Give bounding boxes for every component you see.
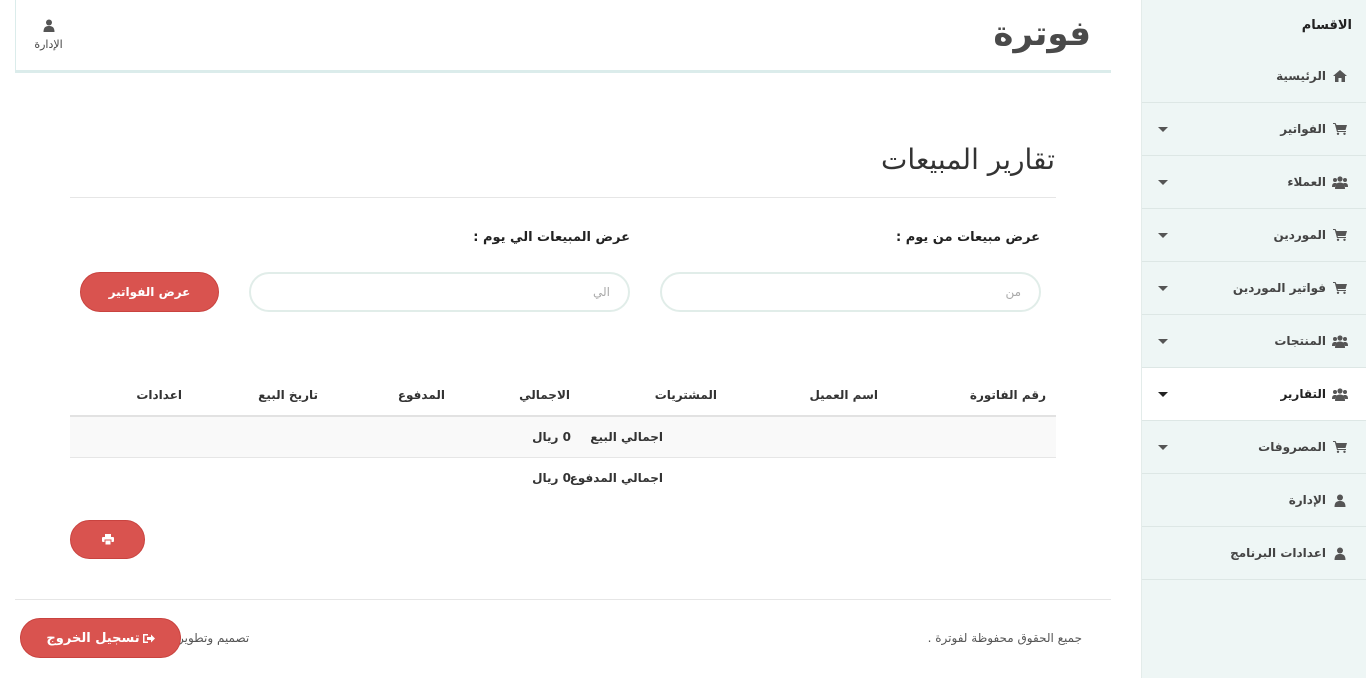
total-paid-label: اجمالي المدفوع: [569, 471, 663, 485]
sidebar-item-label: المنتجات: [1274, 334, 1326, 348]
user-icon: [43, 19, 54, 32]
th-purchases[interactable]: المشتريات: [655, 388, 717, 402]
th-customer-name[interactable]: اسم العميل: [809, 388, 878, 402]
sidebar-item-0[interactable]: الرئيسية: [1142, 50, 1366, 103]
caret-down-icon: [1158, 339, 1168, 344]
sidebar-item-label: فواتير الموردين: [1232, 281, 1326, 295]
sidebar-item-label: الإدارة: [1288, 493, 1326, 507]
caret-down-icon: [1158, 392, 1168, 397]
logout-button[interactable]: تسجيل الخروج: [20, 618, 181, 658]
users-icon: [1332, 387, 1348, 401]
print-icon: [101, 534, 114, 545]
sidebar-item-3[interactable]: الموردين: [1142, 209, 1366, 262]
table-row: اجمالي البيع 0 ريال: [70, 417, 1056, 458]
total-paid-value: 0 ريال: [532, 471, 571, 485]
user-icon: [1332, 546, 1348, 560]
cart-icon: [1332, 281, 1348, 295]
th-total[interactable]: الاجمالي: [519, 388, 570, 402]
sign-out-icon: [142, 633, 155, 643]
print-button[interactable]: [70, 520, 145, 559]
copyright-text: جميع الحقوق محفوظة لفوترة .: [927, 631, 1082, 645]
sidebar-item-label: المصروفات: [1258, 440, 1326, 454]
user-icon: [1332, 493, 1348, 507]
caret-down-icon: [1158, 180, 1168, 185]
page-title: تقارير المبيعات: [881, 143, 1055, 176]
title-divider: [70, 197, 1056, 198]
th-sale-date[interactable]: تاريخ البيع: [258, 388, 318, 402]
table-header: رقم الفاتورة اسم العميل المشتريات الاجما…: [70, 376, 1056, 417]
sidebar-item-5[interactable]: المنتجات: [1142, 315, 1366, 368]
sidebar-item-2[interactable]: العملاء: [1142, 156, 1366, 209]
cart-icon: [1332, 440, 1348, 454]
cart-icon: [1332, 228, 1348, 242]
to-date-label: عرض المبيعات الي يوم :: [473, 230, 630, 245]
from-date-input[interactable]: [660, 272, 1041, 312]
sidebar-item-label: التقارير: [1280, 387, 1326, 401]
sidebar-item-1[interactable]: الفواتير: [1142, 103, 1366, 156]
sidebar: الاقسام الرئيسية الفواتير العملاء الموردين ف…: [1141, 0, 1366, 678]
sidebar-item-7[interactable]: المصروفات: [1142, 421, 1366, 474]
total-sales-label: اجمالي البيع: [590, 430, 663, 444]
sidebar-item-label: الرئيسية: [1276, 69, 1326, 83]
sidebar-nav: الرئيسية الفواتير العملاء الموردين فواتير ال…: [1142, 50, 1366, 580]
sidebar-title: الاقسام: [1301, 17, 1352, 33]
caret-down-icon: [1158, 445, 1168, 450]
cart-icon: [1332, 122, 1348, 136]
footer-divider: [15, 599, 1111, 600]
th-settings[interactable]: اعدادات: [136, 388, 182, 402]
caret-down-icon: [1158, 233, 1168, 238]
home-icon: [1332, 69, 1348, 83]
sidebar-item-label: العملاء: [1287, 175, 1326, 189]
from-date-label: عرض مبيعات من يوم :: [895, 230, 1040, 245]
total-sales-value: 0 ريال: [532, 430, 571, 444]
caret-down-icon: [1158, 286, 1168, 291]
users-icon: [1332, 175, 1348, 189]
users-icon: [1332, 334, 1348, 348]
admin-label: الإدارة: [34, 38, 63, 51]
sidebar-item-9[interactable]: اعدادات البرنامج: [1142, 527, 1366, 580]
sidebar-item-4[interactable]: فواتير الموردين: [1142, 262, 1366, 315]
sidebar-item-label: الموردين: [1273, 228, 1326, 242]
th-paid[interactable]: المدفوع: [398, 388, 445, 402]
design-credit: تصميم وتطوير: [178, 631, 250, 645]
top-header: فوترة الإدارة: [15, 0, 1111, 73]
th-invoice-number[interactable]: رقم الفاتورة: [970, 388, 1046, 402]
show-invoices-button[interactable]: عرض الفواتير: [80, 272, 219, 312]
caret-down-icon: [1158, 127, 1168, 132]
to-date-input[interactable]: [249, 272, 630, 312]
sidebar-item-label: الفواتير: [1280, 122, 1326, 136]
table-row: اجمالي المدفوع 0 ريال: [70, 458, 1056, 499]
sidebar-item-6[interactable]: التقارير: [1142, 368, 1366, 421]
sidebar-item-8[interactable]: الإدارة: [1142, 474, 1366, 527]
logout-label: تسجيل الخروج: [46, 630, 140, 646]
brand-logo[interactable]: فوترة: [993, 14, 1091, 54]
sales-table: رقم الفاتورة اسم العميل المشتريات الاجما…: [70, 376, 1056, 499]
sidebar-item-label: اعدادات البرنامج: [1230, 546, 1326, 560]
admin-menu[interactable]: الإدارة: [15, 0, 81, 70]
